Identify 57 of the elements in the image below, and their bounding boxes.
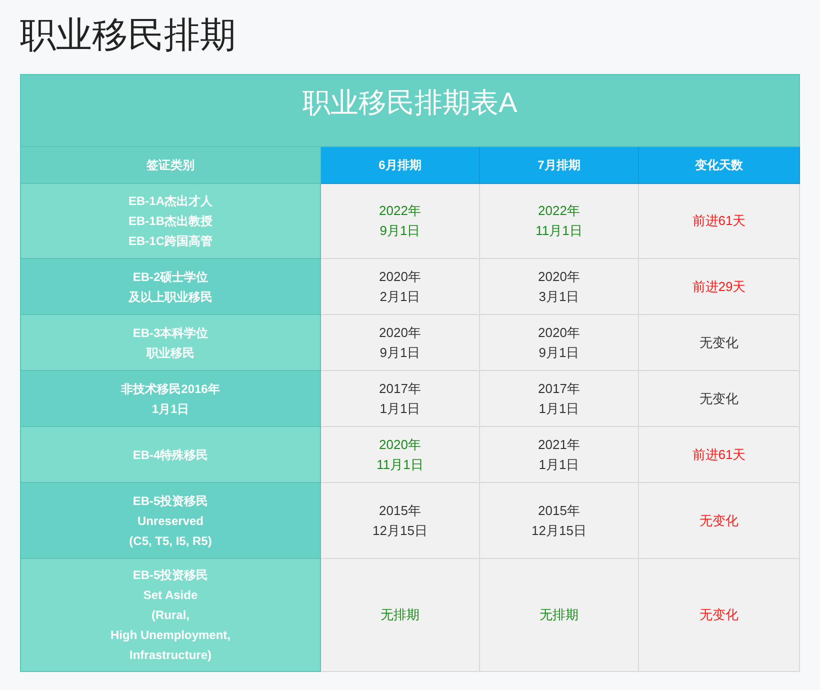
category-text: 职业移民	[146, 344, 194, 362]
date-text: 2月1日	[380, 288, 420, 306]
date-text: 无排期	[380, 606, 420, 624]
column-header: 变化天数	[638, 146, 800, 184]
date-text: 2021年	[538, 436, 580, 454]
category-text: (Rural,	[151, 607, 190, 624]
date-text: 无变化	[700, 606, 738, 624]
date-text: 1月1日	[380, 400, 420, 418]
date-text: 1月1日	[538, 400, 580, 418]
date-text: 前进61天	[692, 446, 746, 464]
category-text: Set Aside	[143, 587, 198, 604]
date-text: 2020年	[379, 268, 421, 286]
category-text: EB-5投资移民	[132, 492, 208, 510]
date-text: 无变化	[700, 334, 738, 352]
date-text: 2022年	[538, 202, 580, 220]
date-text: 9月1日	[380, 344, 420, 362]
date-text: 9月1日	[380, 222, 420, 240]
date-text: 2015年	[538, 502, 580, 520]
date-text: 12月15日	[372, 522, 428, 540]
date-text: 2020年	[379, 324, 421, 342]
date-text: 12月15日	[532, 522, 586, 540]
category-text: EB-2硕士学位	[132, 268, 208, 286]
category-text: EB-4特殊移民	[132, 446, 208, 464]
date-text: 无排期	[540, 606, 578, 624]
table-title: 职业移民排期表A	[20, 74, 800, 146]
category-text: High Unemployment,	[110, 627, 230, 644]
date-text: 11月1日	[376, 456, 424, 474]
date-text: 2020年	[538, 268, 580, 286]
category-text: EB-1B杰出教授	[128, 213, 212, 230]
date-text: 3月1日	[538, 288, 580, 306]
date-text: 11月1日	[536, 222, 582, 240]
category-text: EB-5投资移民	[132, 567, 208, 584]
category-text: (C5, T5, I5, R5)	[129, 532, 212, 550]
date-text: 2017年	[538, 380, 580, 398]
date-text: 前进29天	[692, 278, 746, 296]
date-text: 2015年	[379, 502, 421, 520]
date-text: 1月1日	[538, 456, 580, 474]
category-text: EB-1C跨国高管	[128, 233, 212, 250]
category-text: Unreserved	[137, 512, 204, 530]
category-text: EB-3本科学位	[132, 324, 208, 342]
date-text: 9月1日	[538, 344, 580, 362]
column-header: 签证类别	[20, 146, 320, 184]
date-text: 2020年	[379, 436, 421, 454]
column-header: 7月排期	[480, 146, 638, 184]
category-text: 1月1日	[152, 400, 190, 418]
date-text: 2020年	[538, 324, 580, 342]
date-text: 2017年	[379, 380, 421, 398]
column-header: 6月排期	[320, 146, 480, 184]
date-text: 无变化	[700, 512, 738, 530]
page-title: 职业移民排期	[20, 13, 237, 57]
category-text: 非技术移民2016年	[121, 380, 220, 398]
category-text: Infrastructure)	[129, 647, 212, 664]
category-text: 及以上职业移民	[128, 288, 212, 306]
date-text: 无变化	[700, 390, 738, 408]
date-text: 前进61天	[692, 212, 746, 230]
date-text: 2022年	[379, 202, 421, 220]
category-text: EB-1A杰出才人	[128, 193, 212, 210]
